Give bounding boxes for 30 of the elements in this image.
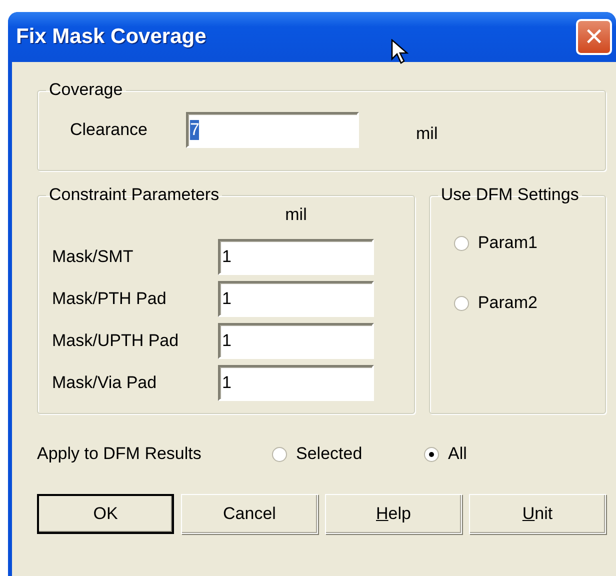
group-title: Constraint Parameters bbox=[48, 185, 220, 205]
field-label: Mask/UPTH Pad bbox=[52, 331, 180, 351]
group-title: Use DFM Settings bbox=[440, 185, 580, 205]
field-label: Mask/PTH Pad bbox=[52, 289, 168, 309]
unit-label: mil bbox=[416, 124, 438, 144]
radio-label: Selected bbox=[296, 444, 362, 464]
dialog-button[interactable]: Help bbox=[325, 494, 462, 534]
mouse-pointer-icon bbox=[391, 39, 409, 65]
radio-button[interactable] bbox=[424, 446, 439, 462]
input-field[interactable]: 1 bbox=[218, 365, 374, 401]
radio-label: All bbox=[448, 444, 467, 464]
radio-button[interactable] bbox=[454, 296, 469, 310]
dialog-button[interactable]: OK bbox=[37, 494, 174, 534]
input-field[interactable]: 1 bbox=[218, 281, 374, 317]
radio-label: Param2 bbox=[478, 293, 538, 313]
unit-label: mil bbox=[284, 205, 308, 226]
window-title: Fix Mask Coverage bbox=[16, 25, 206, 49]
field-label: Mask/SMT bbox=[52, 247, 134, 267]
radio-button[interactable] bbox=[454, 236, 469, 250]
group-title: Coverage bbox=[48, 80, 124, 100]
field-label: Clearance bbox=[70, 120, 148, 140]
apply-label: Apply to DFM Results bbox=[37, 444, 202, 464]
radio-label: Param1 bbox=[478, 233, 538, 253]
field-label: Mask/Via Pad bbox=[52, 373, 158, 393]
input-field[interactable]: 1 bbox=[218, 239, 374, 275]
clearance-field[interactable]: 7 bbox=[186, 112, 359, 148]
dialog-button[interactable]: Unit bbox=[469, 494, 606, 534]
input-field[interactable]: 1 bbox=[218, 323, 374, 359]
dialog-button[interactable]: Cancel bbox=[181, 494, 318, 534]
radio-button[interactable] bbox=[272, 446, 287, 462]
